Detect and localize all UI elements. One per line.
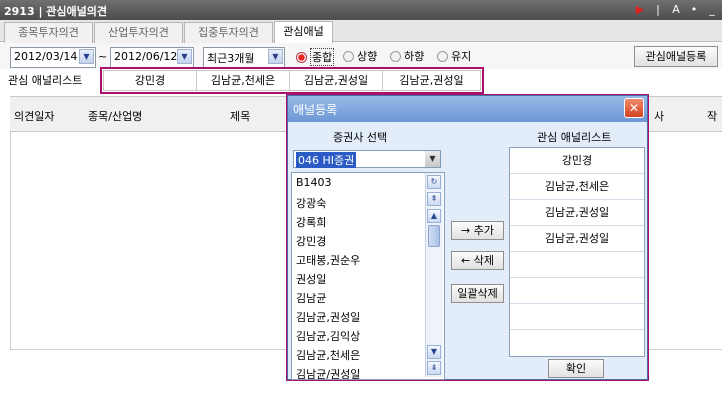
list-item[interactable]: B1403 <box>296 176 332 189</box>
radio-dot-icon[interactable] <box>343 50 354 62</box>
radio-total[interactable]: 종합 <box>296 48 335 66</box>
period-value: 최근3개월 <box>207 52 255 65</box>
chevron-down-icon[interactable]: ▼ <box>268 49 283 64</box>
scroll-top-icon[interactable]: ⇞ <box>427 192 441 206</box>
column-header-broker[interactable]: 사 <box>654 108 664 124</box>
list-item[interactable] <box>510 252 644 278</box>
list-item[interactable]: 김남균 <box>296 290 326 306</box>
radio-up[interactable]: 상향 <box>343 48 377 64</box>
list-item[interactable]: 강민경 <box>510 148 644 174</box>
column-header-date[interactable]: 의견일자 <box>14 108 54 124</box>
analyst-chip-strip: 강민경 김남균,천세은 김남균,권성일 김남균,권성일 <box>103 70 481 91</box>
dialog-titlebar: 애널등록 ✕ <box>288 96 647 122</box>
tab-industry-opinion[interactable]: 산업투자의견 <box>94 22 183 43</box>
favorite-list-header: 관심 애널리스트 <box>537 131 612 144</box>
refresh-icon[interactable]: ↻ <box>427 175 441 189</box>
broker-select[interactable]: 046 HI증권 ▼ <box>293 150 441 168</box>
list-item[interactable]: 권성일 <box>296 271 326 287</box>
tab-focus-opinion[interactable]: 집중투자의견 <box>184 22 273 43</box>
window-controls: ▶ | A • _ <box>634 3 718 16</box>
list-item[interactable]: 강록희 <box>296 214 326 230</box>
chevron-down-icon[interactable]: ▼ <box>79 49 94 64</box>
favorite-analyst-label: 관심 애널리스트 <box>8 74 83 87</box>
list-item[interactable]: 김남균,천세은 <box>296 347 360 363</box>
add-button[interactable]: → 추가 <box>451 221 504 240</box>
scroll-up-icon[interactable]: ▲ <box>427 209 441 223</box>
period-select[interactable]: 최근3개월 ▼ <box>203 47 285 68</box>
minimize-icon[interactable]: _ <box>706 3 718 16</box>
delete-all-button[interactable]: 일괄삭제 <box>451 284 504 303</box>
broker-select-header: 증권사 선택 <box>333 131 388 144</box>
radio-dot-icon[interactable] <box>437 50 448 62</box>
broker-select-value: 046 HI증권 <box>296 152 357 168</box>
list-item[interactable]: 김남균,김익상 <box>296 328 360 344</box>
analyst-list-scrollbar[interactable]: ↻ ⇞ ▲ ▼ ⇟ <box>425 173 443 377</box>
settings-icon[interactable]: • <box>688 3 700 16</box>
tab-favorite-analyst[interactable]: 관심애널 <box>274 21 333 44</box>
tab-stock-opinion[interactable]: 종목투자의견 <box>4 22 93 43</box>
analyst-chip[interactable]: 강민경 <box>104 71 197 90</box>
list-item[interactable]: 김남균,권성일 <box>510 226 644 252</box>
play-icon[interactable]: ▶ <box>634 3 646 16</box>
date-range-tilde: ~ <box>98 50 108 63</box>
list-item[interactable]: 고태봉,권순우 <box>296 252 360 268</box>
delete-button[interactable]: ← 삭제 <box>451 251 504 270</box>
analyst-chip[interactable]: 김남균,권성일 <box>290 71 383 90</box>
column-header-title[interactable]: 제목 <box>230 108 250 124</box>
window-title: 2913 | 관심애널의견 <box>4 5 108 18</box>
radio-hold[interactable]: 유지 <box>437 48 471 64</box>
date-to-value: 2012/06/12 <box>114 50 178 63</box>
analyst-chip[interactable]: 김남균,천세은 <box>197 71 290 90</box>
list-item[interactable]: 강광숙 <box>296 195 326 211</box>
radio-total-label: 종합 <box>310 48 335 66</box>
tab-bar: 종목투자의견 산업투자의견 집중투자의견 관심애널 <box>0 20 722 44</box>
analyst-listbox[interactable]: B1403 강광숙 강록희 강민경 고태봉,권순우 권성일 김남균 김남균,권성… <box>291 172 445 380</box>
list-item[interactable]: 김남균/권성일 <box>296 366 360 379</box>
dialog-title: 애널등록 <box>293 103 338 117</box>
radio-dot-selected-icon[interactable] <box>296 51 307 63</box>
analyst-chip[interactable]: 김남균,권성일 <box>383 71 480 90</box>
date-from-picker[interactable]: 2012/03/14 ▼ <box>10 47 96 68</box>
list-item[interactable] <box>510 330 644 355</box>
close-icon[interactable]: ✕ <box>624 98 644 118</box>
font-size-icon[interactable]: A <box>670 3 682 16</box>
scroll-down-icon[interactable]: ▼ <box>427 345 441 359</box>
grid-left-border <box>10 132 11 350</box>
list-item[interactable] <box>510 304 644 330</box>
register-analyst-button[interactable]: 관심애널등록 <box>634 46 718 67</box>
list-item[interactable]: 강민경 <box>296 233 326 249</box>
scroll-bottom-icon[interactable]: ⇟ <box>427 361 441 375</box>
radio-up-label: 상향 <box>357 50 378 63</box>
list-item[interactable]: 김남균,천세은 <box>510 174 644 200</box>
window-titlebar: 2913 | 관심애널의견 ▶ | A • _ <box>0 0 722 20</box>
chevron-down-icon[interactable]: ▼ <box>177 49 192 64</box>
column-header-author[interactable]: 작 <box>707 108 717 124</box>
scrollbar-thumb[interactable] <box>428 225 440 247</box>
favorite-analyst-listbox[interactable]: 강민경 김남균,천세은 김남균,권성일 김남균,권성일 <box>509 147 645 357</box>
separator-icon: | <box>656 3 660 16</box>
radio-down[interactable]: 하향 <box>390 48 424 64</box>
radio-dot-icon[interactable] <box>390 50 401 62</box>
date-to-picker[interactable]: 2012/06/12 ▼ <box>110 47 194 68</box>
list-item[interactable]: 김남균,권성일 <box>296 309 360 325</box>
chevron-down-icon[interactable]: ▼ <box>425 151 440 167</box>
list-item[interactable]: 김남균,권성일 <box>510 200 644 226</box>
radio-down-label: 하향 <box>404 50 425 63</box>
radio-hold-label: 유지 <box>451 50 472 63</box>
column-header-item[interactable]: 종목/산업명 <box>88 108 142 124</box>
list-item[interactable] <box>510 278 644 304</box>
date-from-value: 2012/03/14 <box>14 50 78 63</box>
ok-button[interactable]: 확인 <box>548 359 604 378</box>
